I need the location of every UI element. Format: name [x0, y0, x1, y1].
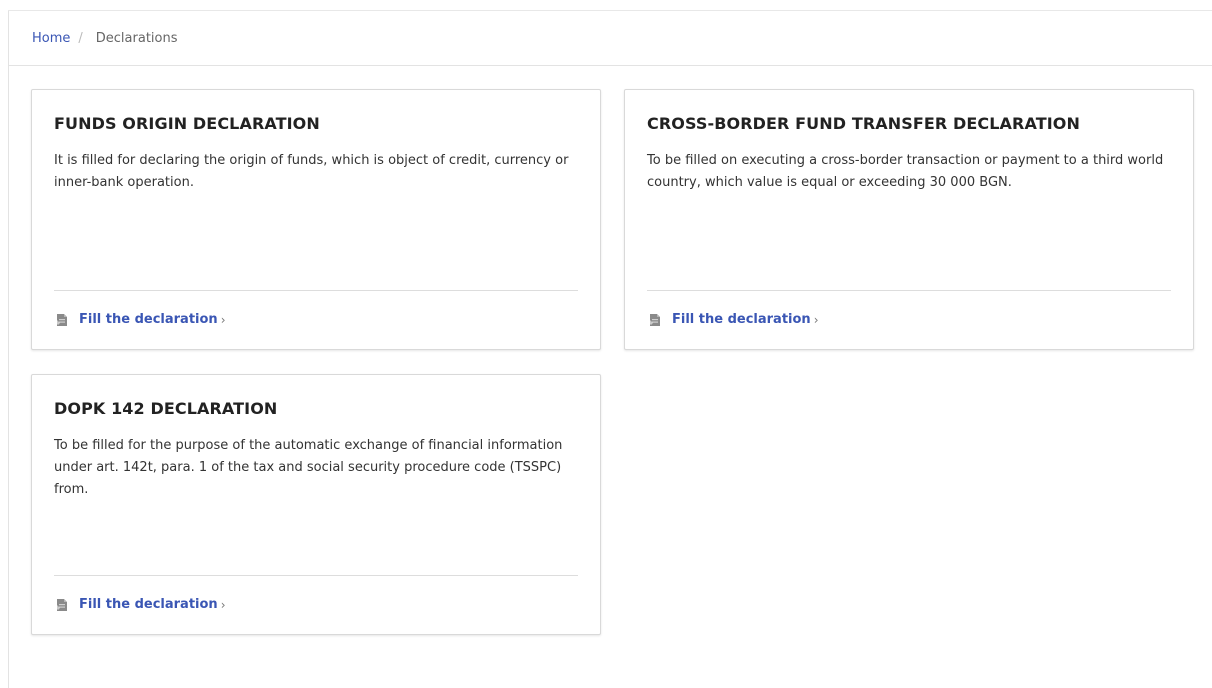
left-rule — [8, 10, 9, 688]
chevron-right-icon: › — [220, 312, 226, 327]
breadcrumb-current: Declarations — [95, 30, 178, 46]
declaration-card-dopk-142: DOPK 142 DECLARATION To be filled for th… — [31, 374, 601, 635]
card-description: To be filled for the purpose of the auto… — [54, 438, 563, 497]
card-title: DOPK 142 DECLARATION — [54, 399, 278, 418]
card-title: CROSS-BORDER FUND TRANSFER DECLARATION — [647, 114, 1080, 133]
card-title: FUNDS ORIGIN DECLARATION — [54, 114, 320, 133]
fill-declaration-link[interactable]: Fill the declaration › — [54, 597, 226, 612]
fill-declaration-link[interactable]: Fill the declaration › — [647, 312, 819, 327]
declaration-card-cross-border: CROSS-BORDER FUND TRANSFER DECLARATION T… — [624, 89, 1194, 350]
breadcrumb-home-link[interactable]: Home — [32, 31, 70, 46]
document-icon — [648, 313, 660, 326]
chevron-right-icon: › — [813, 312, 819, 327]
fill-declaration-label: Fill the declaration — [79, 597, 218, 612]
card-divider — [54, 290, 578, 291]
card-description: It is filled for declaring the origin of… — [54, 153, 569, 190]
fill-declaration-link[interactable]: Fill the declaration › — [54, 312, 226, 327]
declaration-card-funds-origin: FUNDS ORIGIN DECLARATION It is filled fo… — [31, 89, 601, 350]
breadcrumb-separator: / — [78, 30, 83, 46]
document-icon — [55, 598, 67, 611]
document-icon — [55, 313, 67, 326]
fill-declaration-label: Fill the declaration — [79, 312, 218, 327]
breadcrumb: Home / Declarations — [9, 11, 1212, 66]
card-description: To be filled on executing a cross-border… — [647, 153, 1164, 190]
card-divider — [647, 290, 1171, 291]
page: Home / Declarations FUNDS ORIGIN DECLARA… — [0, 0, 1212, 688]
card-divider — [54, 575, 578, 576]
fill-declaration-label: Fill the declaration — [672, 312, 811, 327]
chevron-right-icon: › — [220, 597, 226, 612]
